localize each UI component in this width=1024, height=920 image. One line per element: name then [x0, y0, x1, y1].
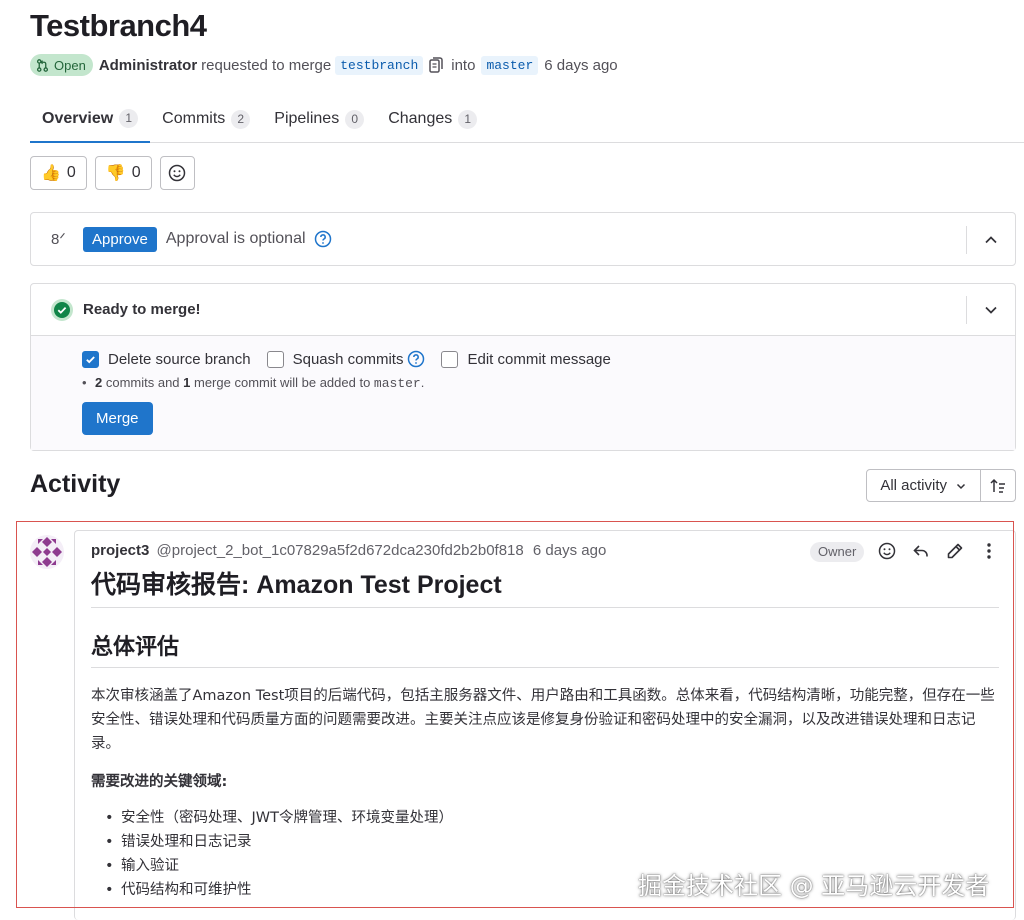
activity-controls: All activity [866, 469, 1016, 502]
tab-changes[interactable]: Changes 1 [376, 96, 489, 142]
sort-icon [990, 478, 1005, 493]
note-end: . [420, 375, 425, 390]
status-label: Open [54, 57, 86, 73]
sort-direction-button[interactable] [981, 469, 1016, 502]
option-label: Delete source branch [108, 350, 251, 368]
merge-request-meta: Open Administrator requested to merge te… [30, 54, 618, 76]
help-icon[interactable] [407, 350, 425, 368]
merge-button[interactable]: Merge [82, 402, 153, 435]
filter-label: All activity [880, 477, 947, 494]
merge-request-tabs: Overview 1 Commits 2 Pipelines 0 Changes… [30, 96, 1024, 143]
approve-button[interactable]: Approve [83, 226, 157, 252]
delete-source-branch-checkbox[interactable] [82, 350, 99, 368]
watermark: 掘金技术社区 @ 亚马逊云开发者 [638, 872, 990, 900]
smiley-icon [168, 164, 186, 182]
activity-filter-dropdown[interactable]: All activity [866, 469, 981, 502]
highlight-frame [16, 521, 1014, 908]
source-branch[interactable]: testbranch [335, 55, 424, 75]
tab-label: Changes [388, 110, 453, 127]
help-icon[interactable] [314, 230, 332, 248]
approvers-icon: 8ᐟ [51, 231, 66, 248]
thumbs-down-count: 0 [131, 164, 141, 181]
status-badge: Open [30, 54, 93, 76]
tab-count: 0 [345, 109, 365, 129]
option-label: Edit commit message [467, 350, 611, 368]
merge-status-text: Ready to merge! [83, 301, 201, 318]
activity-heading: Activity [30, 470, 121, 498]
thumbs-down-icon: 👎 [105, 165, 126, 182]
edit-commit-message-checkbox[interactable] [441, 350, 459, 368]
add-reaction-button[interactable] [159, 156, 195, 190]
thumbs-up-icon: 👍 [41, 165, 61, 182]
chevron-down-icon [985, 306, 997, 314]
into-text: into [451, 56, 476, 74]
chevron-down-icon [956, 483, 966, 489]
tab-label: Overview [42, 109, 114, 127]
success-check-icon [51, 298, 73, 321]
expand-merge-button[interactable] [966, 296, 1015, 324]
squash-commits-option[interactable]: Squash commits [266, 350, 426, 368]
approval-text: Approval is optional [165, 230, 306, 247]
note-text: merge commit will be added to [190, 375, 374, 390]
collapse-approval-button[interactable] [966, 226, 1015, 254]
page-title: Testbranch4 [30, 8, 207, 43]
tab-commits[interactable]: Commits 2 [150, 96, 262, 142]
delete-source-branch-option[interactable]: Delete source branch [82, 350, 251, 368]
merge-widget: Ready to merge! Delete source branch Squ… [30, 283, 1016, 451]
tab-count: 1 [458, 109, 478, 129]
squash-commits-checkbox[interactable] [266, 350, 284, 368]
thumbs-up-button[interactable]: 👍 0 [30, 156, 87, 190]
note-target-branch: master [373, 376, 421, 391]
tab-label: Commits [162, 110, 226, 127]
edit-commit-message-option[interactable]: Edit commit message [441, 350, 611, 368]
action-text: requested to merge [201, 56, 332, 74]
merge-request-icon [36, 58, 49, 72]
option-label: Squash commits [292, 350, 404, 368]
approval-widget: 8ᐟ Approve Approval is optional [30, 212, 1016, 266]
tab-pipelines[interactable]: Pipelines 0 [262, 96, 376, 142]
check-icon [86, 355, 95, 363]
chevron-up-icon [985, 236, 997, 244]
merge-commit-note: 2 commits and 1 merge commit will be add… [82, 375, 1015, 393]
note-text: commits and [102, 375, 184, 390]
thumbs-up-count: 0 [66, 164, 76, 181]
tab-label: Pipelines [274, 110, 340, 127]
tab-overview[interactable]: Overview 1 [30, 96, 151, 143]
tab-count: 1 [119, 109, 139, 128]
copy-icon[interactable] [429, 57, 443, 73]
time-ago: 6 days ago [544, 56, 618, 74]
target-branch[interactable]: master [481, 55, 539, 75]
author-link[interactable]: Administrator [99, 57, 197, 74]
thumbs-down-button[interactable]: 👎 0 [94, 156, 152, 190]
award-emoji-bar: 👍 0 👎 0 [30, 156, 195, 190]
tab-count: 2 [231, 109, 251, 129]
